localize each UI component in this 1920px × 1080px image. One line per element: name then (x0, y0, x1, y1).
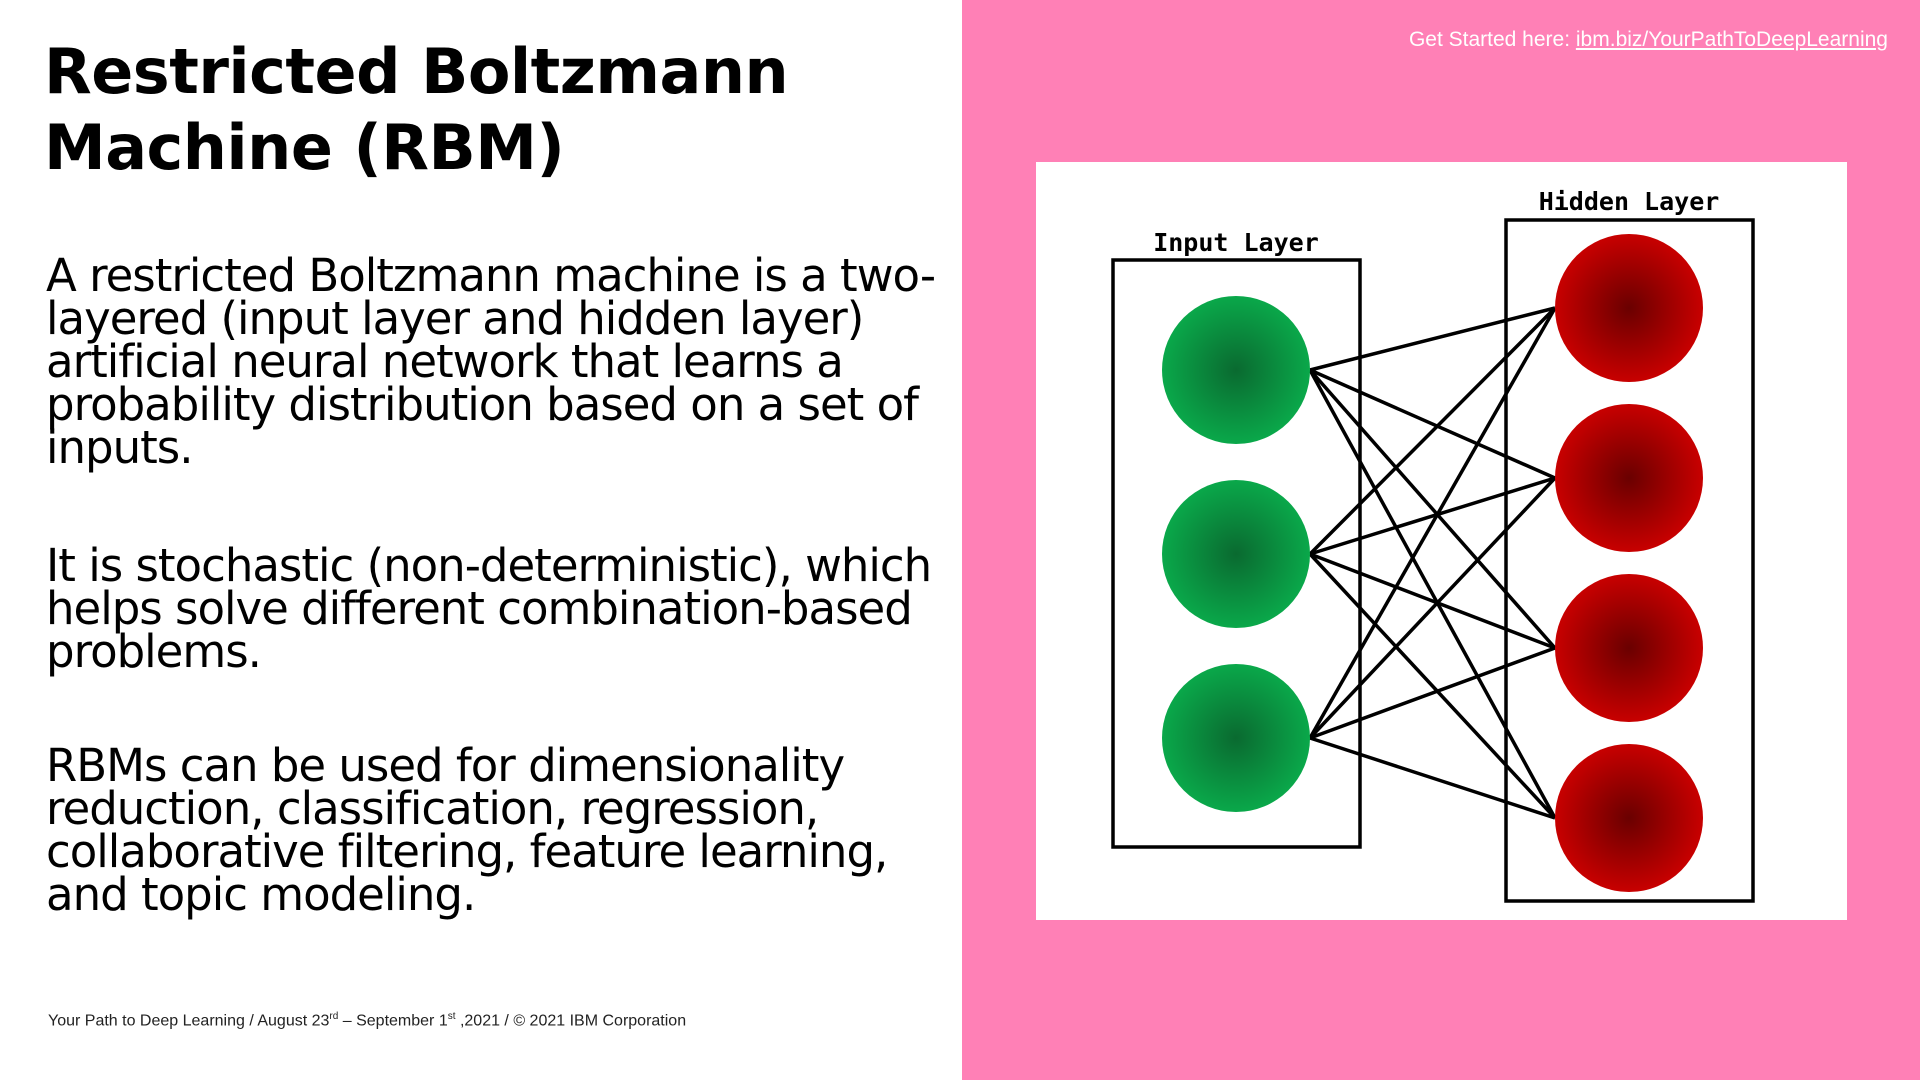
paragraph-stochastic: It is stochastic (non-deterministic), wh… (46, 539, 932, 678)
slide-title: Restricted Boltzmann Machine (RBM) (44, 35, 789, 184)
rbm-diagram: Input Layer Hidden Layer (1036, 162, 1847, 920)
input-node-2 (1162, 480, 1310, 628)
get-started-text: Get Started here: ibm.biz/YourPathToDeep… (1409, 28, 1888, 52)
edge-input-1-hidden-1 (1309, 306, 1556, 372)
input-nodes (1162, 296, 1310, 812)
get-started-label: Get Started here: (1408, 28, 1576, 51)
hidden-node-2 (1555, 404, 1703, 552)
hidden-nodes (1555, 234, 1703, 892)
paragraph-uses: RBMs can be used for dimensionality redu… (46, 739, 888, 921)
content-panel: Restricted Boltzmann Machine (RBM) A res… (0, 0, 962, 1080)
hidden-node-3 (1555, 574, 1703, 722)
input-node-1 (1162, 296, 1310, 444)
footer-sup-2: st (447, 1011, 456, 1022)
connections (1308, 306, 1557, 820)
edge-input-3-hidden-1 (1308, 307, 1557, 739)
edge-input-2-hidden-3 (1309, 552, 1556, 650)
hidden-layer-label: Hidden Layer (1539, 187, 1720, 216)
footer-sup-1: rd (329, 1011, 339, 1022)
hidden-node-4 (1555, 744, 1703, 892)
footer-part-3: ,2021 / © 2021 IBM Corporation (455, 1012, 687, 1030)
footer-part-1: Your Path to Deep Learning / August 23 (48, 1012, 330, 1030)
get-started-link[interactable]: ibm.biz/YourPathToDeepLearning (1576, 28, 1888, 51)
rbm-diagram-svg: Input Layer Hidden Layer (1111, 187, 1755, 903)
hidden-node-1 (1555, 234, 1703, 382)
edge-input-1-hidden-2 (1309, 368, 1556, 480)
input-node-3 (1162, 664, 1310, 812)
edge-input-3-hidden-3 (1309, 646, 1556, 740)
input-layer-label: Input Layer (1153, 228, 1319, 257)
paragraph-definition: A restricted Boltzmann machine is a two-… (46, 249, 936, 474)
footer-text: Your Path to Deep Learning / August 23rd… (48, 1011, 686, 1030)
footer-part-2: – September 1 (338, 1012, 448, 1030)
